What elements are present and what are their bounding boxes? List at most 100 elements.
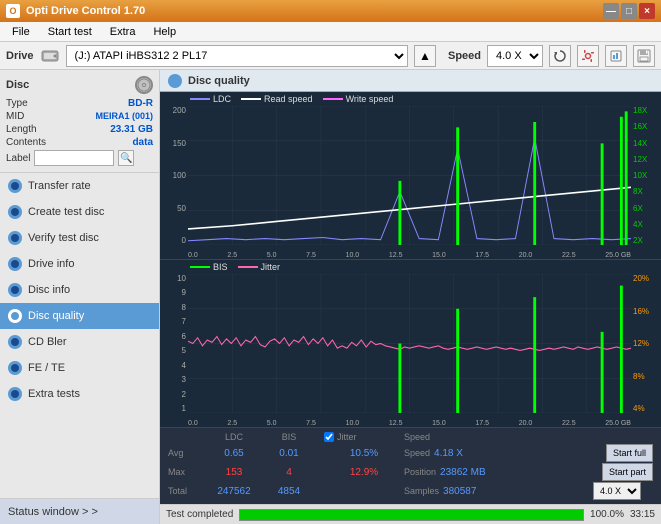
progress-area: Test completed 100.0% 33:15 [160, 504, 661, 524]
sidebar-item-cd-bler[interactable]: CD Bler [0, 329, 159, 355]
minimize-button[interactable]: — [603, 3, 619, 19]
total-samples: 380587 [443, 486, 476, 497]
nav-label-create-test-disc: Create test disc [28, 206, 104, 218]
contents-value: data [132, 137, 153, 148]
bis-col-header: BIS [264, 432, 314, 442]
drive-bar: Drive (J:) ATAPI iHBS312 2 PL17 ▲ Speed … [0, 42, 661, 70]
status-text: Test completed [166, 509, 233, 520]
nav-dot-disc-quality [8, 309, 22, 323]
app-title: Opti Drive Control 1.70 [26, 5, 145, 17]
nav-label-transfer-rate: Transfer rate [28, 180, 91, 192]
chart1-y-axis-left: 200 150 100 50 0 [160, 106, 188, 245]
samples-label: Samples [404, 486, 439, 496]
disc-panel: Disc Type BD-R MID MEIRA1 (001) Length 2… [0, 70, 159, 173]
sidebar-item-verify-test-disc[interactable]: Verify test disc [0, 225, 159, 251]
max-jitter: 12.9% [324, 467, 404, 478]
max-position: 23862 MB [440, 467, 486, 478]
max-ldc: 153 [204, 467, 264, 478]
stats-bar: LDC BIS Jitter Speed Avg 0.65 0.01 [160, 427, 661, 504]
disc-icon [135, 76, 153, 94]
start-part-button[interactable]: Start part [602, 463, 653, 481]
progress-time: 33:15 [630, 509, 655, 520]
status-window-button[interactable]: Status window > > [0, 498, 159, 524]
menu-bar: File Start test Extra Help [0, 22, 661, 42]
menu-extra[interactable]: Extra [102, 24, 144, 40]
drive-eject-button[interactable]: ▲ [414, 45, 436, 67]
length-value: 23.31 GB [110, 124, 153, 135]
jitter-checkbox[interactable]: Jitter [324, 432, 404, 442]
nav-dot-extra-tests [8, 387, 22, 401]
legend-jitter: Jitter [261, 262, 281, 272]
refresh-button[interactable] [549, 45, 571, 67]
avg-ldc: 0.65 [204, 448, 264, 459]
test-button[interactable] [605, 45, 627, 67]
start-full-button[interactable]: Start full [606, 444, 653, 462]
total-ldc: 247562 [204, 486, 264, 497]
nav-label-extra-tests: Extra tests [28, 388, 80, 400]
nav-dot-create-test-disc [8, 205, 22, 219]
close-button[interactable]: × [639, 3, 655, 19]
maximize-button[interactable]: □ [621, 3, 637, 19]
menu-help[interactable]: Help [145, 24, 184, 40]
contents-label: Contents [6, 137, 46, 148]
nav-label-disc-quality: Disc quality [28, 310, 84, 322]
charts-area: LDC Read speed Write speed 200 150 10 [160, 92, 661, 504]
disc-quality-icon [168, 74, 182, 88]
total-bis: 4854 [264, 486, 314, 497]
app-icon: O [6, 4, 20, 18]
legend-ldc: LDC [213, 94, 231, 104]
settings-button[interactable] [577, 45, 599, 67]
progress-percent: 100.0% [590, 509, 624, 520]
legend-write-speed: Write speed [346, 94, 394, 104]
sidebar-item-create-test-disc[interactable]: Create test disc [0, 199, 159, 225]
type-label: Type [6, 98, 28, 109]
nav-dot-transfer-rate [8, 179, 22, 193]
chart2-y-axis-right: 20% 16% 12% 8% 4% [631, 274, 661, 413]
total-label: Total [168, 486, 204, 496]
nav-dot-disc-info [8, 283, 22, 297]
menu-start-test[interactable]: Start test [40, 24, 100, 40]
sidebar-item-disc-info[interactable]: Disc info [0, 277, 159, 303]
nav-label-fe-te: FE / TE [28, 362, 65, 374]
menu-file[interactable]: File [4, 24, 38, 40]
sidebar-item-fe-te[interactable]: FE / TE [0, 355, 159, 381]
legend-bis: BIS [213, 262, 228, 272]
position-label: Position [404, 467, 436, 477]
save-button[interactable] [633, 45, 655, 67]
nav-label-drive-info: Drive info [28, 258, 74, 270]
mid-label: MID [6, 111, 24, 122]
nav-label-cd-bler: CD Bler [28, 336, 67, 348]
sidebar-item-disc-quality[interactable]: Disc quality [0, 303, 159, 329]
nav-dot-cd-bler [8, 335, 22, 349]
disc-panel-title: Disc [6, 79, 29, 91]
main-content: Disc quality LDC Read speed [160, 70, 661, 524]
max-label: Max [168, 467, 204, 477]
label-input[interactable] [34, 150, 114, 166]
chart2-x-axis: 0.0 2.5 5.0 7.5 10.0 12.5 15.0 17.5 20.0… [188, 420, 631, 427]
nav-label-verify-test-disc: Verify test disc [28, 232, 99, 244]
ldc-col-header: LDC [204, 432, 264, 442]
max-bis: 4 [264, 467, 314, 478]
nav-dot-fe-te [8, 361, 22, 375]
progress-bar-container [239, 509, 584, 521]
chart1-legend: LDC Read speed Write speed [190, 94, 393, 104]
avg-speed: 4.18 X [434, 448, 463, 459]
sidebar-item-drive-info[interactable]: Drive info [0, 251, 159, 277]
avg-bis: 0.01 [264, 448, 314, 459]
speed-col-header: Speed [404, 432, 424, 442]
chart1-svg [188, 106, 631, 245]
sidebar-item-transfer-rate[interactable]: Transfer rate [0, 173, 159, 199]
speed-select[interactable]: 4.0 X [487, 45, 543, 67]
chart2-y-axis-left: 10 9 8 7 6 5 4 3 2 1 [160, 274, 188, 413]
jitter-check-input[interactable] [324, 432, 334, 442]
nav-label-disc-info: Disc info [28, 284, 70, 296]
speed-select-stat[interactable]: 4.0 X [593, 482, 641, 500]
nav-dot-verify-test-disc [8, 231, 22, 245]
speed-label-stat: Speed [404, 448, 430, 458]
length-label: Length [6, 124, 37, 135]
chart1-y-axis-right: 18X 16X 14X 12X 10X 8X 6X 4X 2X [631, 106, 661, 245]
label-search-button[interactable]: 🔍 [118, 150, 134, 166]
chart1: LDC Read speed Write speed 200 150 10 [160, 92, 661, 260]
sidebar-item-extra-tests[interactable]: Extra tests [0, 381, 159, 407]
drive-select[interactable]: (J:) ATAPI iHBS312 2 PL17 [66, 45, 408, 67]
